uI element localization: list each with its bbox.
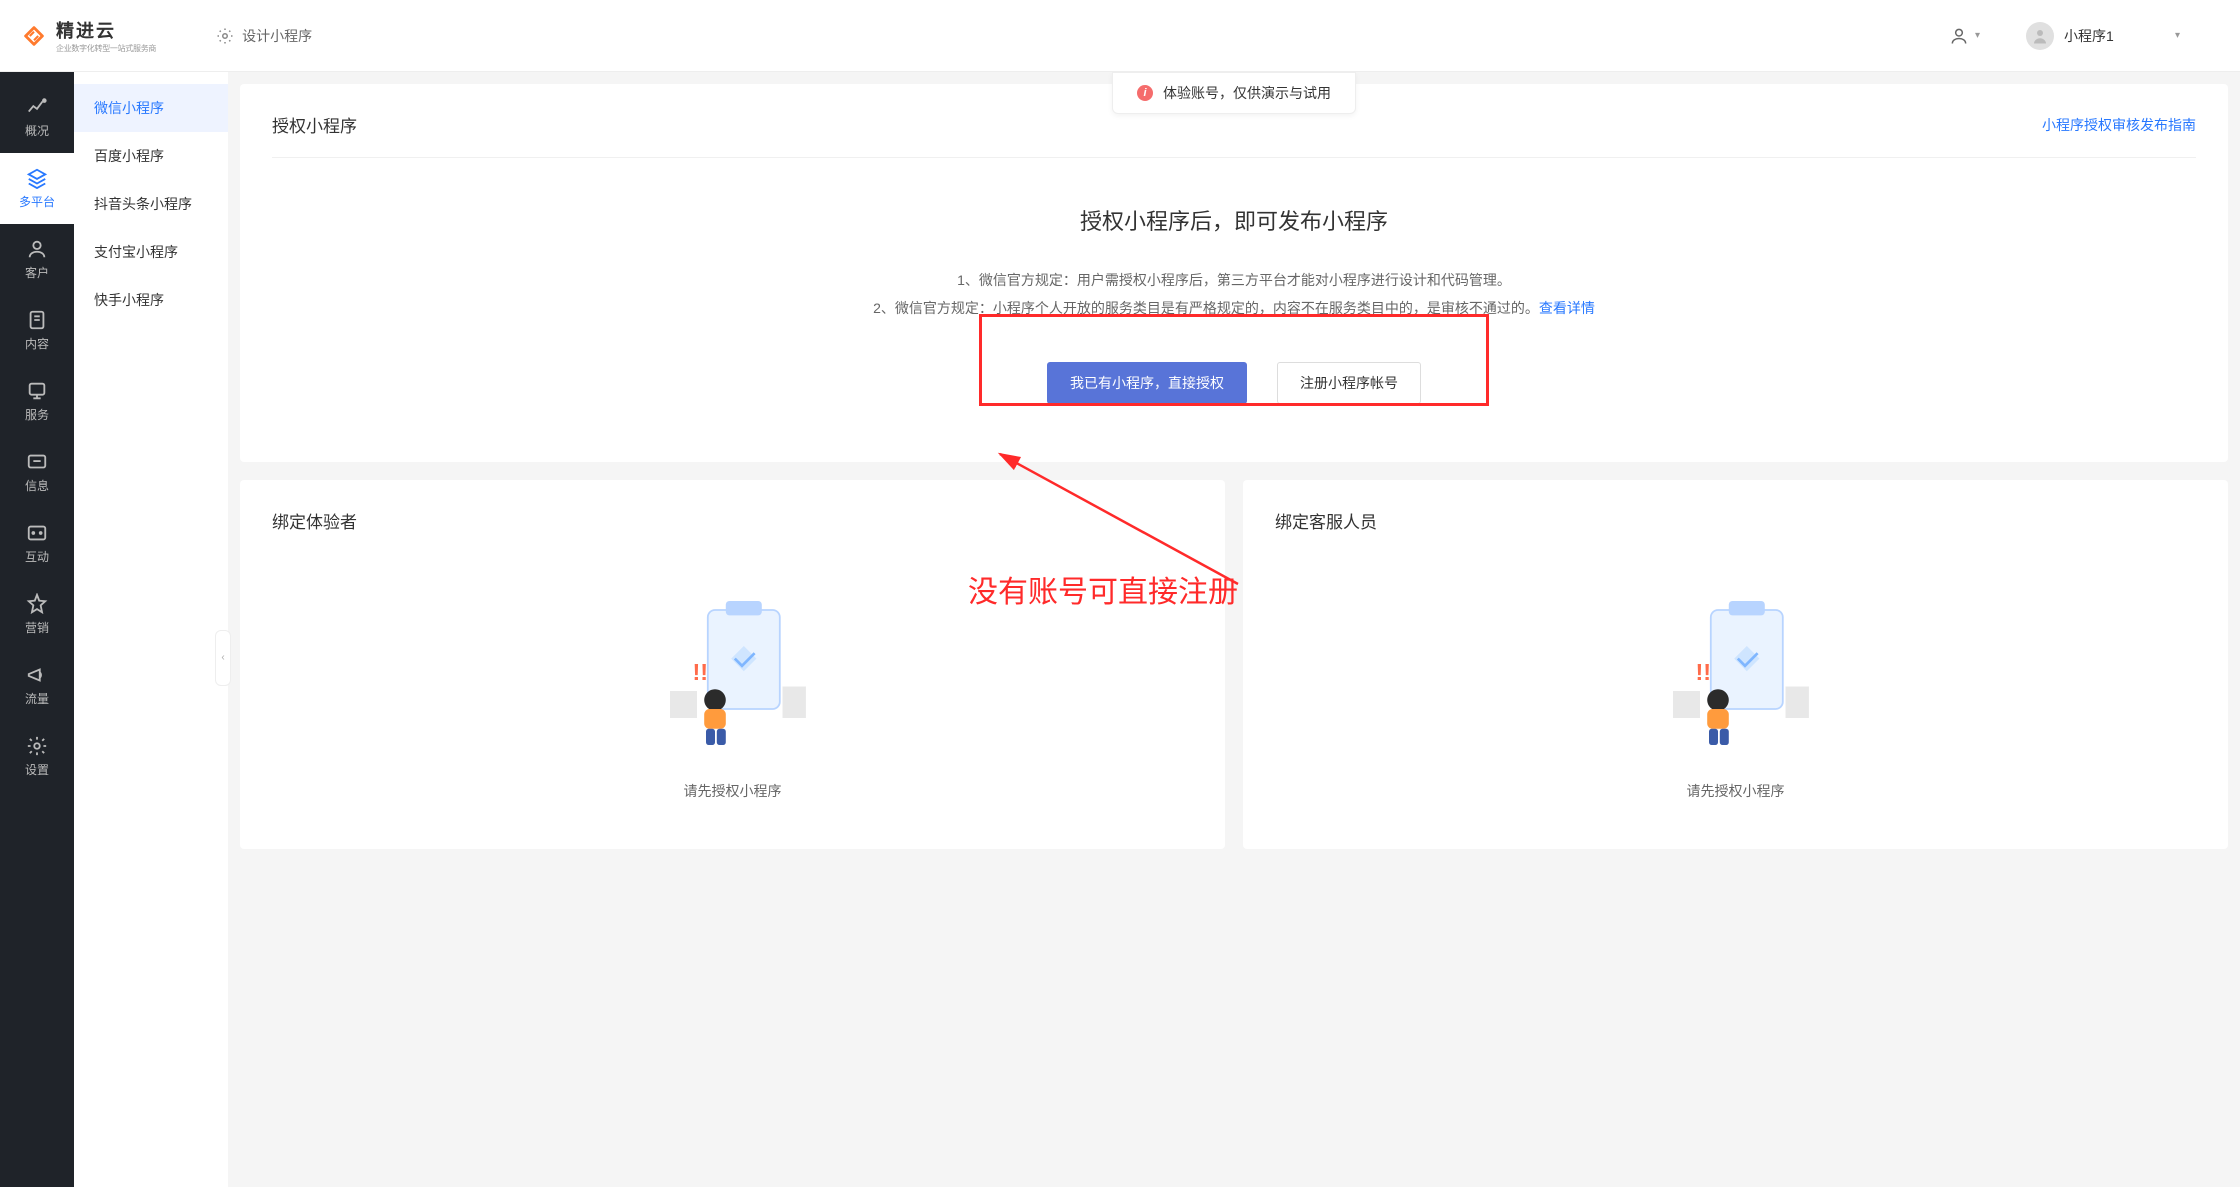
logo-title: 精进云 [56, 17, 156, 43]
design-link[interactable]: 设计小程序 [216, 26, 312, 46]
sub-item-wechat[interactable]: 微信小程序 [74, 84, 228, 132]
svg-text:!!: !! [692, 659, 708, 685]
nav-rail: 概况 多平台 客户 内容 服务 信息 [0, 72, 74, 1187]
logo-subtitle: 企业数字化转型一站式服务商 [56, 43, 156, 54]
nav-info[interactable]: 信息 [0, 437, 74, 508]
chevron-down-icon: ▾ [1975, 30, 1980, 41]
bind-tester-placeholder: 请先授权小程序 [684, 781, 782, 801]
interact-icon [26, 522, 48, 544]
person-icon [1949, 26, 1969, 46]
bind-service-card: 绑定客服人员 !! [1243, 480, 2228, 849]
nav-customers[interactable]: 客户 [0, 224, 74, 295]
auth-heading: 授权小程序后，即可发布小程序 [292, 204, 2176, 236]
auth-guide-link[interactable]: 小程序授权审核发布指南 [2042, 115, 2196, 135]
auth-card: 授权小程序 小程序授权审核发布指南 授权小程序后，即可发布小程序 1、微信官方规… [240, 84, 2228, 462]
empty-illustration: !! [643, 583, 823, 763]
gear-icon [216, 27, 234, 45]
megaphone-icon [26, 664, 48, 686]
message-icon [26, 451, 48, 473]
sub-item-kuaishou[interactable]: 快手小程序 [74, 276, 228, 324]
program-selected-label: 小程序1 [2064, 26, 2114, 46]
auth-card-title: 授权小程序 [272, 112, 357, 137]
nav-multiplatform[interactable]: 多平台 [0, 153, 74, 224]
nav-traffic[interactable]: 流量 [0, 650, 74, 721]
sub-item-baidu[interactable]: 百度小程序 [74, 132, 228, 180]
bind-tester-title: 绑定体验者 [272, 508, 1193, 533]
service-icon [26, 380, 48, 402]
nav-overview[interactable]: 概况 [0, 82, 74, 153]
program-selector[interactable]: 小程序1 ▾ [2020, 16, 2200, 56]
notice-text: 体验账号，仅供演示与试用 [1163, 83, 1331, 103]
auth-rules: 1、微信官方规定：用户需授权小程序后，第三方平台才能对小程序进行设计和代码管理。… [873, 266, 1595, 322]
nav-interact[interactable]: 互动 [0, 508, 74, 579]
main-content: i 体验账号，仅供演示与试用 授权小程序 小程序授权审核发布指南 授权小程序后，… [228, 72, 2240, 1187]
svg-text:!!: !! [1695, 659, 1711, 685]
user-icon [26, 238, 48, 260]
bind-tester-card: 绑定体验者 !! [240, 480, 1225, 849]
tag-icon [26, 593, 48, 615]
notice-pill: i 体验账号，仅供演示与试用 [1112, 72, 1356, 114]
design-link-label: 设计小程序 [242, 26, 312, 46]
avatar [2026, 22, 2054, 50]
nav-marketing[interactable]: 营销 [0, 579, 74, 650]
authorize-button[interactable]: 我已有小程序，直接授权 [1047, 362, 1247, 404]
sub-item-douyin[interactable]: 抖音头条小程序 [74, 180, 228, 228]
top-header: 精进云 企业数字化转型一站式服务商 设计小程序 ▾ 小程序1 [0, 0, 2240, 72]
sub-sidebar: 微信小程序 百度小程序 抖音头条小程序 支付宝小程序 快手小程序 ‹ [74, 72, 228, 1187]
register-button[interactable]: 注册小程序帐号 [1277, 362, 1421, 404]
logo[interactable]: 精进云 企业数字化转型一站式服务商 [20, 17, 156, 54]
logo-icon [20, 22, 48, 50]
sub-item-alipay[interactable]: 支付宝小程序 [74, 228, 228, 276]
chart-icon [26, 96, 48, 118]
file-icon [26, 309, 48, 331]
info-icon: i [1137, 85, 1153, 101]
nav-service[interactable]: 服务 [0, 366, 74, 437]
empty-illustration: !! [1646, 583, 1826, 763]
bind-service-title: 绑定客服人员 [1275, 508, 2196, 533]
settings-icon [26, 735, 48, 757]
layers-icon [26, 167, 48, 189]
nav-content[interactable]: 内容 [0, 295, 74, 366]
user-menu-trigger[interactable]: ▾ [1949, 26, 1980, 46]
see-more-link[interactable]: 查看详情 [1539, 300, 1595, 316]
nav-settings[interactable]: 设置 [0, 721, 74, 792]
bind-service-placeholder: 请先授权小程序 [1687, 781, 1785, 801]
chevron-down-icon: ▾ [2175, 30, 2180, 41]
